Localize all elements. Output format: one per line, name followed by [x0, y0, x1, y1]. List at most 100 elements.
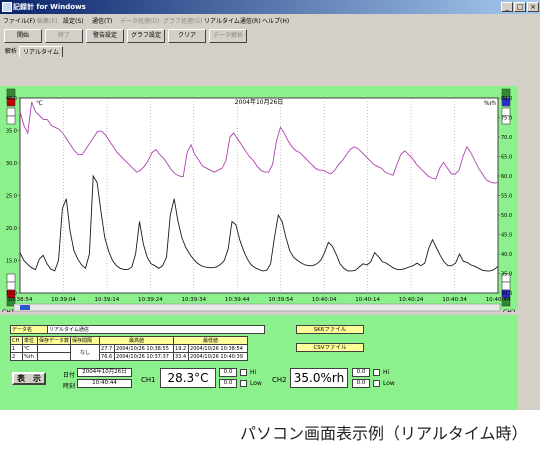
- tab-realtime[interactable]: リアルタイム: [19, 46, 63, 57]
- ch1-hi-field[interactable]: 0.0: [219, 368, 237, 377]
- left-down-icon[interactable]: [6, 115, 16, 125]
- minimize-button[interactable]: _: [501, 2, 513, 12]
- data-name-label: データ名: [10, 325, 48, 334]
- y-right-tick-label: 55.0: [501, 194, 512, 200]
- x-tick-label: 10:39:04: [51, 297, 76, 303]
- right-scale-1-icon[interactable]: [501, 281, 511, 291]
- data-name-value: リアルタイム通信: [47, 325, 265, 334]
- left-unit-label: ℃: [36, 100, 43, 107]
- y-left-tick-label: 25.0: [6, 194, 17, 200]
- ch1-current-value: 28.3°C: [160, 368, 216, 388]
- ch1-low-checkbox[interactable]: [240, 380, 247, 387]
- x-tick-label: 10:39:14: [95, 297, 120, 303]
- menu-data[interactable]: データ処理(D): [120, 16, 159, 25]
- header-unit: 単位: [22, 336, 38, 345]
- stop-button[interactable]: 終了: [45, 29, 83, 43]
- menu-settings[interactable]: 設定(S): [63, 16, 84, 25]
- ch1-hi-checkbox[interactable]: [240, 369, 247, 376]
- tab-analysis[interactable]: 解析: [2, 46, 20, 57]
- y-right-tick-label: 35.0: [501, 272, 512, 278]
- row1-count: [36, 344, 72, 353]
- data-name-table: データ名 リアルタイム通信: [10, 325, 265, 334]
- row2-ch: 2: [10, 352, 23, 361]
- start-button[interactable]: 開始: [4, 29, 42, 43]
- ch2-low-checkbox[interactable]: [373, 380, 380, 387]
- header-max: 最高値: [99, 336, 175, 345]
- close-button[interactable]: ×: [527, 2, 539, 12]
- y-left-tick-label: 10.0: [6, 291, 17, 297]
- realtime-chart: 10:38:54 10:39:04 10:39:14 10:39:24 10:39:34…: [2, 88, 516, 312]
- maximize-button[interactable]: □: [514, 2, 526, 12]
- menu-realtime[interactable]: リアルタイム通信(R): [204, 16, 261, 25]
- row2-max-val: 76.6: [99, 352, 116, 361]
- row1-min-time: 2004/10/26 10:38:54: [188, 344, 249, 353]
- x-tick-label: 10:40:34: [442, 297, 467, 303]
- ch2-hi-field[interactable]: 0.0: [352, 368, 370, 377]
- row2-min-val: 33.4: [173, 352, 190, 361]
- caption: パソコン画面表示例（リアルタイム時）: [240, 424, 528, 443]
- row1-ch: 1: [10, 344, 23, 353]
- time-field: 10:40:44: [77, 379, 132, 388]
- row2-unit: %rh: [22, 352, 38, 361]
- window-title: 記録計 for Windows: [13, 3, 86, 11]
- menu-help[interactable]: ヘルプ(H): [262, 16, 289, 25]
- menu-graph[interactable]: グラフ処理(G): [163, 16, 202, 25]
- sk6-file-button[interactable]: SK6ファイル: [296, 325, 364, 334]
- csv-file-button[interactable]: CSVファイル: [296, 343, 364, 352]
- ch1-axis-label: CH1: [2, 309, 15, 312]
- left-scale-1-icon[interactable]: [6, 281, 16, 291]
- scrollbar-thumb[interactable]: [20, 305, 30, 310]
- x-tick-label: 10:40:04: [312, 297, 337, 303]
- y-right-tick-label: 70.0: [501, 135, 512, 141]
- ch2-low-field[interactable]: 0.0: [352, 379, 370, 388]
- ch2-current-value: 35.0%rh: [290, 368, 348, 388]
- y-left-tick-label: 20.0: [6, 226, 17, 232]
- left-scale-0-icon[interactable]: [6, 273, 16, 283]
- data-analysis-button[interactable]: データ解析: [209, 29, 247, 43]
- menu-edit[interactable]: 編集(E): [37, 16, 57, 25]
- row2-min-time: 2004/10/26 10:40:39: [188, 352, 249, 361]
- header-interval: 保存間隔: [70, 336, 101, 345]
- ch2-hi-checkbox[interactable]: [373, 369, 380, 376]
- y-right-tick-label: 60.0: [501, 174, 512, 180]
- menu-file[interactable]: ファイル(F): [3, 16, 35, 25]
- ch1-low-field[interactable]: 0.0: [219, 379, 237, 388]
- x-tick-label: 10:38:54: [8, 297, 33, 303]
- y-left-tick-label: 15.0: [6, 259, 17, 265]
- header-count: 保存データ数: [36, 336, 72, 345]
- right-unit-label: %rh: [484, 100, 496, 107]
- table-row: 2 %rh 76.6 2004/10/26 10:37:37 33.4 2004…: [10, 352, 249, 361]
- y-right-tick-label: 75.0: [501, 116, 512, 122]
- y-right-tick-label: 45.0: [501, 233, 512, 239]
- y-right-tick-label: 50.0: [501, 213, 512, 219]
- title-bar[interactable]: 記録計 for Windows _ □ ×: [0, 0, 540, 14]
- y-left-tick-label: 30.0: [6, 161, 17, 167]
- chart-title: 2004年10月26日: [235, 98, 284, 106]
- x-tick-label: 10:40:44: [486, 297, 511, 303]
- time-label: 時刻: [63, 383, 76, 390]
- ch2-hi-label: Hi: [383, 369, 390, 376]
- stats-table: CH 単位 保存データ数 保存間隔 最高値 最低値 1 ℃ なし 27.7 20…: [10, 336, 249, 361]
- row1-unit: ℃: [22, 344, 38, 353]
- x-tick-label: 10:39:44: [225, 297, 250, 303]
- y-right-tick-label: 80.0: [501, 96, 512, 102]
- date-label: 日付: [63, 372, 76, 379]
- graph-settings-button[interactable]: グラフ設定: [127, 29, 165, 43]
- alarm-settings-button[interactable]: 警告設定: [86, 29, 124, 43]
- row1-interval: なし: [70, 344, 101, 361]
- row1-min-val: 19.2: [173, 344, 190, 353]
- x-tick-label: 10:39:34: [181, 297, 206, 303]
- left-up-icon[interactable]: [6, 107, 16, 117]
- x-tick-label: 10:40:14: [355, 297, 380, 303]
- menu-comm[interactable]: 通信(T): [92, 16, 112, 25]
- display-button[interactable]: 表 示: [12, 372, 46, 385]
- horizontal-scrollbar[interactable]: [13, 303, 501, 312]
- ch2-low-label: Low: [383, 380, 395, 387]
- ch2-axis-label: CH2: [503, 309, 516, 312]
- date-field: 2004年10月26日: [77, 368, 132, 377]
- header-min: 最低値: [173, 336, 249, 345]
- clear-button[interactable]: クリア: [168, 29, 206, 43]
- row2-count: [36, 352, 72, 361]
- ch2-readout-label: CH2: [272, 376, 287, 384]
- tab-bar: 解析 リアルタイム: [0, 46, 540, 57]
